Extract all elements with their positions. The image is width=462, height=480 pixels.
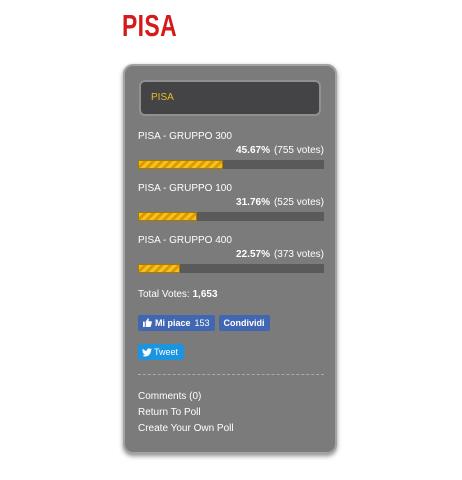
total-votes-label: Total Votes:: [138, 289, 190, 300]
return-to-poll-link[interactable]: Return To Poll: [138, 405, 234, 421]
poll-answer: PISA - GRUPPO 100 31.76% (525 votes): [138, 183, 324, 221]
answer-bar-track: [138, 160, 324, 169]
divider: [138, 374, 324, 375]
poll-answer: PISA - GRUPPO 400 22.57% (373 votes): [138, 235, 324, 273]
facebook-share-button[interactable]: Condividi: [218, 315, 270, 331]
comments-link[interactable]: Comments (0): [138, 389, 234, 405]
answer-label: PISA - GRUPPO 300: [138, 131, 232, 142]
answer-percent: 45.67%: [236, 145, 270, 156]
answer-label: PISA - GRUPPO 400: [138, 235, 232, 246]
page-title: PISA: [122, 8, 178, 43]
answer-percent: 22.57%: [236, 249, 270, 260]
share-label: Condividi: [223, 318, 265, 328]
answer-stats: 45.67% (755 votes): [138, 145, 324, 157]
answer-votes: (525 votes): [273, 197, 324, 208]
answer-votes: (373 votes): [273, 249, 324, 260]
tweet-label: Tweet: [154, 347, 179, 357]
answer-bar-track: [138, 212, 324, 221]
like-label: Mi piace: [155, 318, 191, 328]
thumbs-up-icon: [143, 317, 152, 329]
poll-answer: PISA - GRUPPO 300 45.67% (755 votes): [138, 131, 324, 169]
create-poll-link[interactable]: Create Your Own Poll: [138, 421, 234, 437]
answer-votes: (755 votes): [273, 145, 324, 156]
tweet-button[interactable]: Tweet: [138, 344, 185, 360]
poll-links: Comments (0) Return To Poll Create Your …: [138, 389, 234, 437]
poll-widget: PISA PISA - GRUPPO 300 45.67% (755 votes)…: [123, 64, 337, 454]
answer-stats: 31.76% (525 votes): [138, 197, 324, 209]
facebook-buttons: Mi piace 153 Condividi: [138, 315, 270, 331]
like-count: 153: [194, 318, 210, 328]
answer-bar-fill: [138, 264, 180, 273]
facebook-like-button[interactable]: Mi piace 153: [138, 315, 215, 331]
poll-question: PISA: [139, 80, 321, 116]
answer-bar-fill: [138, 212, 198, 221]
answer-percent: 31.76%: [236, 197, 270, 208]
answer-bar-track: [138, 264, 324, 273]
answer-label: PISA - GRUPPO 100: [138, 183, 232, 194]
answer-bar-fill: [138, 160, 223, 169]
total-votes: Total Votes: 1,653: [138, 289, 218, 300]
total-votes-value: 1,653: [192, 289, 218, 300]
answer-stats: 22.57% (373 votes): [138, 249, 324, 261]
twitter-bird-icon: [142, 347, 152, 356]
